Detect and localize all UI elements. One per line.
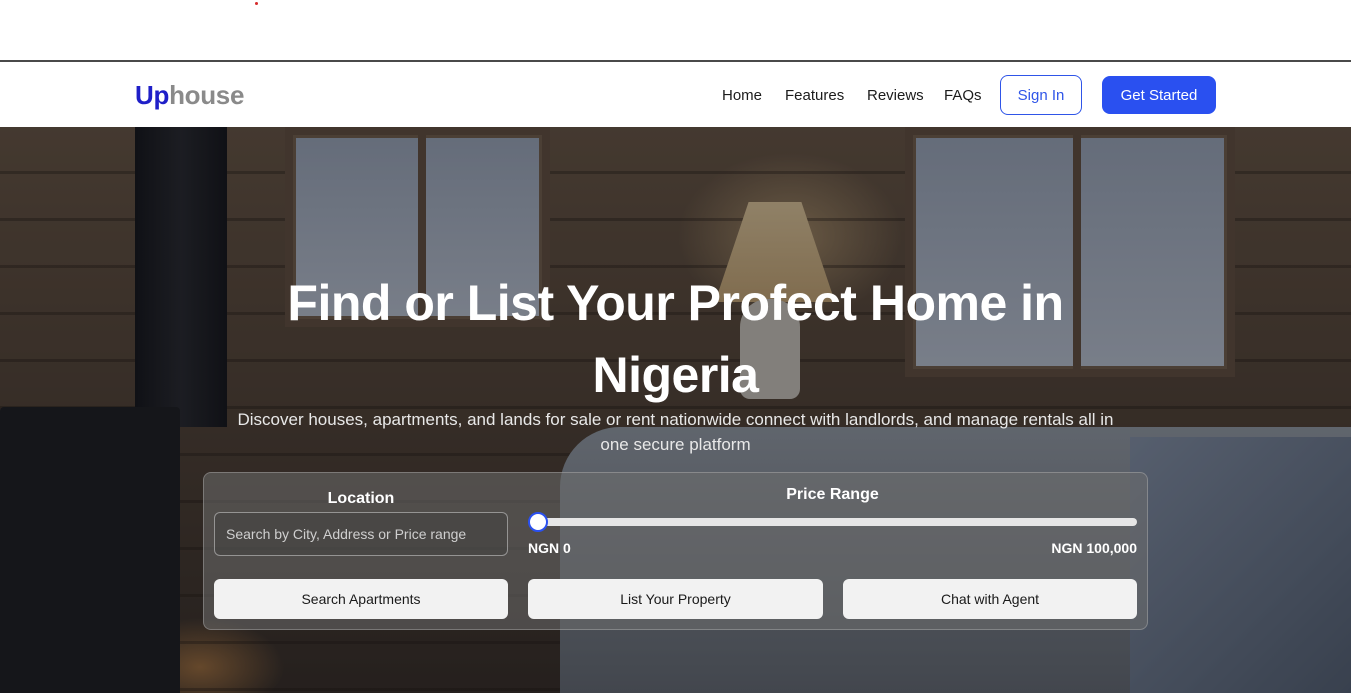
logo-part-house: house <box>169 80 245 110</box>
logo[interactable]: Uphouse <box>135 80 244 111</box>
hero-section: Find or List Your Profect Home in Nigeri… <box>0 127 1351 693</box>
logo-part-up: Up <box>135 80 170 110</box>
nav-link-home[interactable]: Home <box>722 87 762 104</box>
sign-in-button[interactable]: Sign In <box>1000 75 1082 115</box>
location-label: Location <box>327 490 395 507</box>
hero-subtitle-line1: Discover houses, apartments, and lands f… <box>237 410 1114 429</box>
red-dot-icon <box>255 2 258 5</box>
search-panel: Location Price Range NGN 0 NGN 100,000 S… <box>203 472 1148 630</box>
navbar: Uphouse Home Features Reviews FAQs Sign … <box>0 60 1351 127</box>
price-range-label: Price Range <box>786 486 879 503</box>
chat-with-agent-button[interactable]: Chat with Agent <box>843 579 1137 619</box>
hero-title: Find or List Your Profect Home in Nigeri… <box>200 267 1151 411</box>
top-strip <box>0 0 1351 60</box>
search-apartments-button[interactable]: Search Apartments <box>214 579 508 619</box>
nav-link-features[interactable]: Features <box>785 87 844 104</box>
nav-link-faqs[interactable]: FAQs <box>944 87 982 104</box>
hero-title-line1: Find or List Your Profect Home in <box>287 275 1064 331</box>
get-started-button[interactable]: Get Started <box>1102 76 1216 114</box>
nav-link-reviews[interactable]: Reviews <box>867 87 924 104</box>
price-max-label: NGN 100,000 <box>1051 540 1137 556</box>
price-min-label: NGN 0 <box>528 540 571 556</box>
price-range-slider-handle[interactable] <box>528 512 548 532</box>
hero-title-line2: Nigeria <box>592 347 759 403</box>
hero-subtitle-line2: one secure platform <box>600 435 751 454</box>
location-search-input[interactable] <box>214 512 508 556</box>
list-property-button[interactable]: List Your Property <box>528 579 823 619</box>
price-range-slider-track[interactable] <box>538 518 1137 526</box>
hero-subtitle: Discover houses, apartments, and lands f… <box>200 407 1151 457</box>
